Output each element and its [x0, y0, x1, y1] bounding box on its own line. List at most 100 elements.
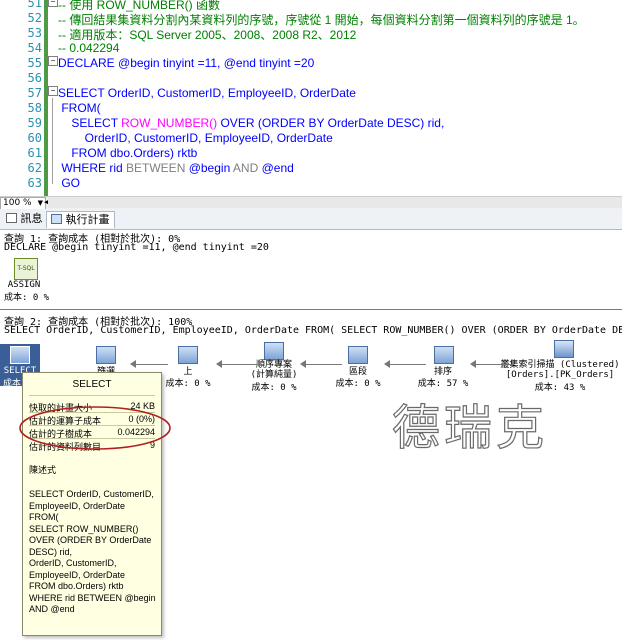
code-line[interactable]: GO — [58, 176, 80, 190]
line-number: 61 — [27, 146, 42, 160]
fold-collapse-icon[interactable]: − — [48, 0, 58, 7]
statement-line: OVER (ORDER BY OrderDate — [29, 535, 152, 545]
filter-icon[interactable] — [96, 346, 116, 364]
line-number: 57 — [27, 86, 42, 100]
arrow-head-icon — [384, 360, 390, 368]
line-number: 60 — [27, 131, 42, 145]
top-icon[interactable] — [178, 346, 198, 364]
arrow-head-icon — [216, 360, 222, 368]
arrow-head-icon — [130, 360, 136, 368]
sequence-node-name: 順序專案 (計算純量) — [250, 360, 298, 380]
code-token: FROM dbo.Orders) rktb — [58, 146, 198, 160]
statement-line: FROM( — [29, 512, 59, 522]
code-token: @end — [258, 161, 294, 175]
tab-execution-plan[interactable]: 執行計畫 — [46, 211, 115, 228]
code-token: -- 傳回結果集資料分割內某資料列的序號，序號從 1 開始，每個資料分割第一個資… — [58, 13, 585, 27]
statement-line: SELECT ROW_NUMBER() — [29, 523, 139, 534]
zoom-value: 100 % — [3, 198, 32, 208]
messages-icon — [6, 213, 17, 223]
code-token: GO — [58, 176, 81, 190]
line-number: 62 — [27, 161, 42, 175]
code-token: OVER (ORDER BY OrderDate DESC) rid, — [217, 116, 445, 130]
assign-node-cost: 成本: 0 % — [4, 293, 50, 303]
code-line[interactable]: WHERE rid BETWEEN @begin AND @end — [58, 161, 294, 175]
code-line[interactable]: -- 0.042294 — [58, 41, 119, 55]
line-number: 55 — [27, 56, 42, 70]
query2-sql: SELECT OrderID, CustomerID, EmployeeID, … — [4, 325, 622, 336]
line-number: 63 — [27, 176, 42, 190]
clustered-index-scan-icon[interactable] — [554, 340, 574, 358]
code-token: AND — [232, 161, 259, 175]
flow-arrow — [220, 364, 258, 365]
code-token: WHERE rid — [58, 161, 127, 175]
line-number: 58 — [27, 101, 42, 115]
execution-plan-icon — [51, 214, 62, 224]
sort-icon[interactable] — [434, 346, 454, 364]
statement-line: EmployeeID, OrderDate — [29, 500, 126, 511]
statement-line: SELECT OrderID, CustomerID, — [29, 489, 154, 499]
arrow-head-icon — [300, 360, 306, 368]
statement-line: DESC) rid, — [29, 546, 73, 557]
change-tracking-bar — [44, 0, 48, 196]
statement-line: WHERE rid BETWEEN @begin — [29, 592, 156, 603]
statement-line: EmployeeID, OrderDate — [29, 569, 126, 580]
line-number: 51 — [27, 0, 42, 10]
top-node-cost: 成本: 0 % — [165, 379, 211, 389]
code-token: DECLARE @begin tinyint =11, @end tinyint… — [58, 56, 315, 70]
watermark: 德瑞克 — [391, 399, 549, 456]
code-token: BETWEEN — [126, 161, 186, 175]
tooltip-divider — [29, 395, 155, 396]
code-token: SELECT OrderID, CustomerID, EmployeeID, … — [58, 86, 356, 100]
fold-collapse-icon[interactable]: − — [48, 56, 58, 66]
highlight-ellipse — [19, 406, 171, 450]
code-token: -- 適用版本：SQL Server 2005、2008、2008 R2、201… — [58, 28, 357, 42]
code-line[interactable]: DECLARE @begin tinyint =11, @end tinyint… — [58, 56, 314, 70]
line-number: 54 — [27, 41, 42, 55]
fold-collapse-icon[interactable]: − — [48, 86, 58, 96]
code-token: @begin — [185, 161, 233, 175]
tab-execution-plan-label: 執行計畫 — [65, 213, 110, 226]
statement-line: FROM dbo.Orders) rktb — [29, 581, 124, 591]
code-token: ROW_NUMBER() — [121, 116, 218, 130]
line-number: 56 — [27, 71, 42, 85]
sequence-project-icon[interactable] — [264, 342, 284, 360]
sql-editor[interactable]: 51 52 53 54 55 56 57 58 59 60 61 62 63 -- 使用 ROW_NUM… — [0, 0, 622, 196]
code-token: SELECT — [58, 116, 122, 130]
select-icon — [10, 346, 30, 364]
horizontal-scrollbar[interactable] — [48, 197, 622, 208]
statement-line: AND @end — [29, 604, 75, 614]
query1-sql: DECLARE @begin tinyint =11, @end tinyint… — [4, 242, 269, 253]
tsql-assign-icon[interactable]: T-SQL — [14, 258, 38, 280]
code-line[interactable]: FROM( — [58, 101, 100, 115]
tsql-icon-label: T-SQL — [17, 265, 35, 272]
arrow-head-icon — [470, 360, 476, 368]
tab-messages[interactable]: 訊息 — [2, 211, 47, 227]
tab-messages-label: 訊息 — [20, 212, 43, 225]
code-line[interactable]: SELECT ROW_NUMBER() OVER (ORDER BY Order… — [58, 116, 444, 130]
line-number: 59 — [27, 116, 42, 130]
segment-icon[interactable] — [348, 346, 368, 364]
scan-node-name: 叢集索引掃描 (Clustered) [Orders].[PK_Orders] — [500, 360, 620, 380]
flow-arrow — [388, 364, 426, 365]
line-number-gutter: 51 52 53 54 55 56 57 58 59 60 61 62 63 — [0, 0, 44, 196]
assign-node-name: ASSIGN — [7, 280, 41, 290]
statement-label: 陳述式 — [29, 465, 57, 475]
code-line[interactable]: FROM dbo.Orders) rktb — [58, 146, 197, 160]
sequence-node-cost: 成本: 0 % — [251, 383, 297, 393]
flow-arrow — [304, 364, 342, 365]
segment-node-cost: 成本: 0 % — [335, 379, 381, 389]
flow-arrow — [474, 364, 514, 365]
code-token: OrderID, CustomerID, EmployeeID, OrderDa… — [58, 131, 333, 145]
statement-line: OrderID, CustomerID, — [29, 558, 117, 568]
code-token: -- 0.042294 — [58, 41, 120, 55]
pane-divider — [0, 309, 622, 310]
fold-guide-line — [52, 98, 53, 184]
code-line[interactable]: OrderID, CustomerID, EmployeeID, OrderDa… — [58, 131, 333, 145]
code-line[interactable]: SELECT OrderID, CustomerID, EmployeeID, … — [58, 86, 356, 100]
tooltip-title: SELECT — [72, 379, 112, 390]
chevron-down-icon: ▼ — [37, 199, 43, 207]
line-number: 52 — [27, 11, 42, 25]
flow-arrow — [134, 364, 168, 365]
editor-status-row: 100 % ▼ ◀ — [0, 196, 622, 210]
line-number: 53 — [27, 26, 42, 40]
